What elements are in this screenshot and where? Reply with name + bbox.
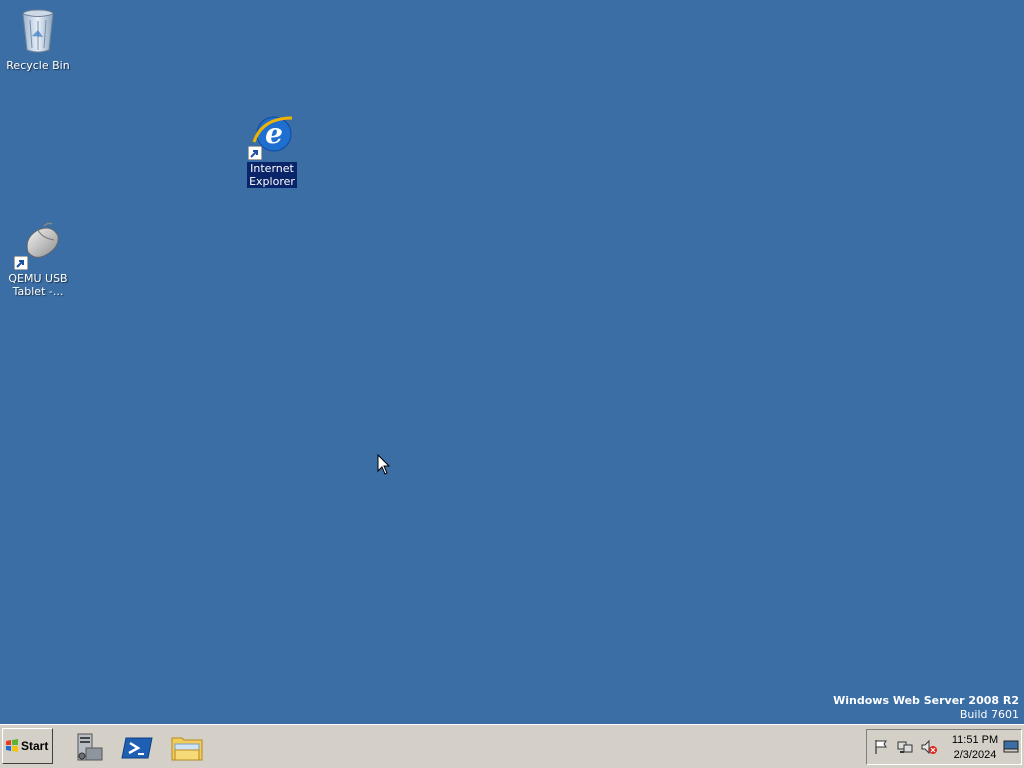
shortcut-arrow-icon bbox=[14, 256, 28, 270]
watermark-title: Windows Web Server 2008 R2 bbox=[833, 694, 1019, 707]
quicklaunch-powershell[interactable] bbox=[120, 730, 154, 764]
notification-area: 11:51 PM 2/3/2024 bbox=[866, 729, 1022, 765]
action-center-flag-icon[interactable] bbox=[873, 739, 889, 755]
windows-explorer-icon bbox=[171, 737, 203, 761]
internet-explorer-icon: e bbox=[248, 112, 296, 160]
recycle-bin-icon bbox=[14, 6, 62, 54]
server-manager-icon bbox=[77, 733, 103, 761]
clock-date: 2/3/2024 bbox=[953, 749, 997, 761]
mouse-device-icon bbox=[14, 222, 62, 270]
desktop-icon-qemu-usb-tablet[interactable]: QEMU USB Tablet -... bbox=[0, 222, 76, 299]
desktop-icon-label: Recycle Bin bbox=[6, 59, 70, 72]
mouse-cursor-icon bbox=[377, 454, 391, 475]
show-desktop-icon[interactable] bbox=[1003, 739, 1019, 755]
desktop[interactable]: Recycle Bin e Internet Explorer QEMU USB… bbox=[0, 0, 1024, 724]
watermark-build: Build 7601 bbox=[959, 708, 1019, 721]
windows-logo-icon bbox=[6, 739, 18, 752]
start-label: Start bbox=[21, 739, 49, 753]
quicklaunch-windows-explorer[interactable] bbox=[170, 730, 204, 764]
desktop-icon-recycle-bin[interactable]: Recycle Bin bbox=[0, 6, 76, 73]
os-watermark: Windows Web Server 2008 R2 Build 7601 bbox=[833, 694, 1019, 722]
desktop-icon-label: QEMU USB Tablet -... bbox=[8, 272, 68, 298]
desktop-icon-label: Internet Explorer bbox=[247, 162, 297, 188]
taskbar-clock[interactable]: 11:51 PM 2/3/2024 bbox=[947, 733, 1003, 763]
network-icon[interactable] bbox=[897, 739, 913, 755]
clock-time: 11:51 PM bbox=[951, 734, 999, 746]
desktop-icon-internet-explorer[interactable]: e Internet Explorer bbox=[234, 112, 310, 189]
shortcut-arrow-icon bbox=[248, 146, 262, 160]
start-button[interactable]: Start bbox=[2, 728, 53, 764]
quicklaunch-server-manager[interactable] bbox=[70, 730, 104, 764]
volume-muted-icon[interactable] bbox=[921, 739, 937, 755]
taskbar: Start 11:51 PM 2/3/2024 bbox=[0, 724, 1024, 768]
powershell-icon bbox=[121, 737, 153, 759]
